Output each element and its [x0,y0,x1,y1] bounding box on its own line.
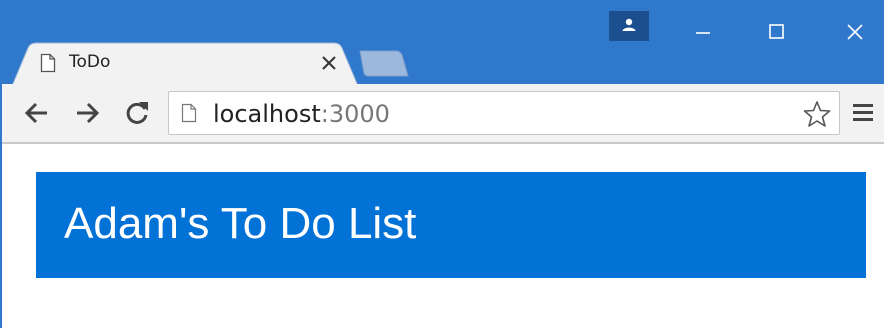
browser-toolbar: localhost:3000 [2,84,884,144]
maximize-button[interactable] [754,12,798,40]
address-bar[interactable]: localhost:3000 [168,91,840,135]
bookmark-button[interactable] [803,100,831,128]
hamburger-menu-icon [853,104,873,121]
user-icon [622,18,636,31]
close-icon [322,56,336,70]
reload-icon [126,102,148,124]
close-icon [847,24,863,40]
reload-button[interactable] [122,98,152,128]
arrow-left-icon [24,102,47,124]
url-host: localhost [213,100,321,128]
page-title: Adam's To Do List [64,199,417,248]
menu-button[interactable] [850,100,876,126]
tab-todo[interactable]: ToDo [12,42,362,86]
page-content: Adam's To Do List [2,144,884,328]
star-icon [803,101,831,127]
browser-window: ToDo localhost:3000 Adam's To Do List [0,0,884,328]
minimize-icon [696,32,710,34]
new-tab-icon [359,50,409,77]
maximize-icon [769,24,784,39]
document-icon [40,53,56,73]
title-bar: ToDo [2,0,884,86]
url-text: localhost:3000 [213,100,390,128]
tab-close-button[interactable] [317,51,341,75]
new-tab-button[interactable] [356,50,410,78]
window-close-button[interactable] [832,12,876,40]
profile-button[interactable] [609,11,649,41]
arrow-right-icon [77,102,100,124]
minimize-button[interactable] [680,12,724,40]
url-port: :3000 [320,100,390,128]
forward-button[interactable] [72,98,102,128]
tab-background [12,42,359,86]
back-button[interactable] [22,98,52,128]
tab-title: ToDo [69,52,111,72]
page-header: Adam's To Do List [36,172,866,278]
page-icon [181,103,197,123]
